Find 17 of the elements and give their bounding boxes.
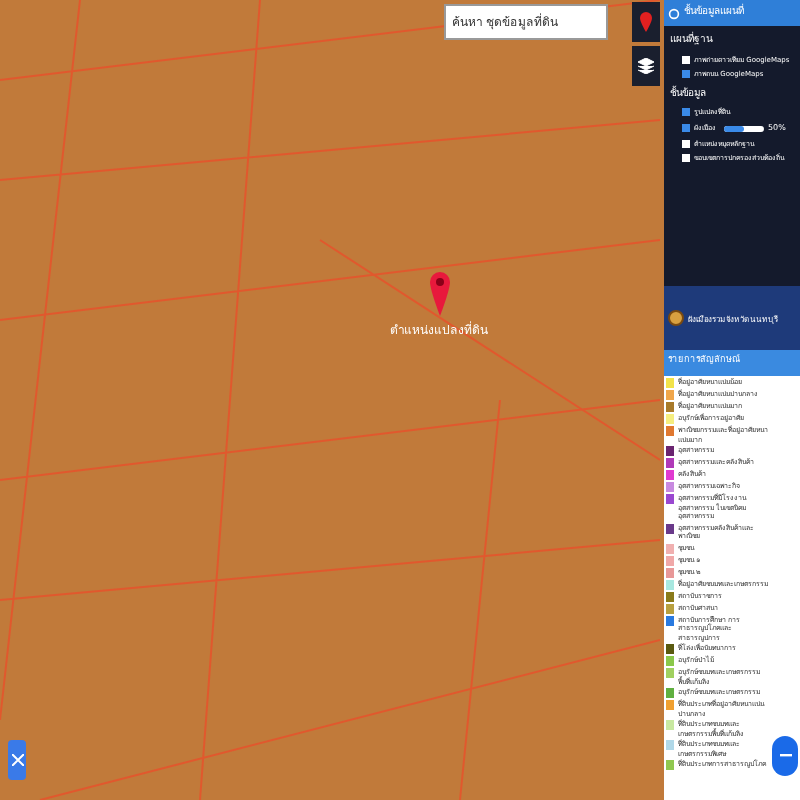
checkbox[interactable] [682, 108, 690, 116]
checkbox[interactable] [682, 124, 690, 132]
layers-button[interactable] [632, 46, 660, 86]
collapse-button[interactable] [772, 736, 798, 776]
close-button[interactable] [8, 740, 26, 780]
close-icon [11, 754, 23, 766]
emblem-icon [668, 310, 684, 326]
radio-button[interactable] [682, 55, 690, 63]
checkbox[interactable] [682, 140, 690, 148]
location-button[interactable] [632, 2, 660, 42]
pin-icon [640, 12, 652, 32]
checkbox[interactable] [682, 154, 690, 162]
radio-button[interactable] [682, 69, 690, 77]
opacity-slider[interactable] [724, 125, 764, 131]
minus-icon [779, 754, 791, 758]
map-marker-icon[interactable] [429, 272, 449, 316]
layers-icon [638, 58, 654, 74]
